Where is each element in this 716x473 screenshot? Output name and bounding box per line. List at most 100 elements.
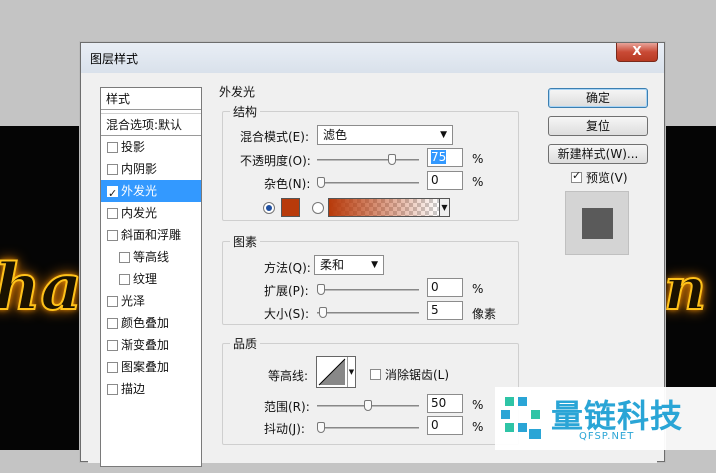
contour-label: 等高线:	[268, 369, 309, 383]
quality-legend: 品质	[233, 337, 258, 351]
style-item-label: 外发光	[121, 184, 158, 198]
style-list-item[interactable]: 斜面和浮雕	[101, 224, 201, 246]
glow-text-left: ha	[0, 249, 83, 326]
style-item-label: 等高线	[133, 250, 170, 264]
style-item-label: 描边	[121, 382, 146, 396]
style-list-item[interactable]: 等高线	[101, 246, 201, 268]
style-list-item[interactable]: 描边	[101, 378, 201, 400]
style-item-checkbox[interactable]	[107, 339, 118, 351]
jitter-label: 抖动(J):	[264, 422, 305, 436]
glow-color-swatch[interactable]	[281, 198, 300, 217]
antialias-checkbox[interactable]: 消除锯齿(L)	[370, 366, 449, 383]
style-list-item[interactable]: 光泽	[101, 290, 201, 312]
opacity-input[interactable]: 75	[427, 148, 463, 167]
styles-header[interactable]: 样式	[101, 88, 201, 110]
style-item-label: 渐变叠加	[121, 338, 170, 352]
style-items: 投影内阴影外发光内发光斜面和浮雕等高线纹理光泽颜色叠加渐变叠加图案叠加描边	[101, 136, 201, 400]
method-label: 方法(Q):	[264, 261, 311, 275]
chevron-down-icon: ▼	[371, 260, 378, 270]
style-item-checkbox[interactable]	[107, 229, 118, 241]
style-item-label: 颜色叠加	[121, 316, 170, 330]
chevron-down-icon[interactable]: ▼	[439, 199, 449, 216]
noise-label: 杂色(N):	[264, 177, 311, 191]
style-item-label: 光泽	[121, 294, 146, 308]
style-list-item[interactable]: 颜色叠加	[101, 312, 201, 334]
glow-text-right: n	[663, 254, 707, 324]
style-list-item[interactable]: 纹理	[101, 268, 201, 290]
style-preview	[565, 191, 629, 255]
spread-input[interactable]: 0	[427, 278, 463, 297]
chevron-down-icon[interactable]: ▼	[347, 357, 355, 387]
chevron-down-icon: ▼	[440, 130, 447, 140]
size-value: 5	[431, 303, 439, 317]
noise-unit: %	[472, 175, 484, 189]
style-item-checkbox[interactable]	[107, 183, 118, 205]
size-input[interactable]: 5	[427, 301, 463, 320]
solid-color-radio[interactable]	[263, 202, 275, 214]
spread-label: 扩展(P):	[264, 284, 309, 298]
range-slider[interactable]	[317, 400, 419, 411]
noise-slider[interactable]	[317, 177, 419, 188]
jitter-slider-thumb[interactable]	[317, 422, 325, 433]
size-unit: 像素	[472, 307, 497, 321]
style-item-checkbox[interactable]	[107, 361, 118, 373]
gradient-picker[interactable]: ▼	[328, 198, 450, 217]
dialog-title: 图层样式	[90, 52, 139, 66]
jitter-slider[interactable]	[317, 422, 419, 433]
new-style-button[interactable]: 新建样式(W)...	[548, 144, 648, 164]
style-item-checkbox[interactable]	[107, 383, 118, 395]
style-item-checkbox[interactable]	[119, 273, 130, 285]
spread-slider[interactable]	[317, 284, 419, 295]
section-title: 外发光	[219, 85, 256, 99]
noise-input[interactable]: 0	[427, 171, 463, 190]
size-label: 大小(S):	[264, 307, 310, 321]
jitter-input[interactable]: 0	[427, 416, 463, 435]
size-slider-thumb[interactable]	[318, 307, 327, 318]
blending-options-item[interactable]: 混合选项:默认	[101, 114, 201, 136]
gradient-radio[interactable]	[312, 202, 324, 214]
style-item-checkbox[interactable]	[107, 141, 118, 153]
jitter-value: 0	[431, 418, 439, 432]
spread-slider-thumb[interactable]	[317, 284, 325, 295]
style-item-checkbox[interactable]	[107, 207, 118, 219]
close-button[interactable]: X	[616, 43, 658, 62]
style-list-item[interactable]: 渐变叠加	[101, 334, 201, 356]
watermark-logo-icon	[501, 397, 541, 439]
style-item-checkbox[interactable]	[107, 163, 118, 175]
ok-button[interactable]: 确定	[548, 88, 648, 108]
opacity-slider-thumb[interactable]	[387, 154, 396, 165]
reset-button[interactable]: 复位	[548, 116, 648, 136]
antialias-check[interactable]	[370, 369, 381, 380]
style-item-label: 投影	[121, 140, 146, 154]
method-select[interactable]: 柔和 ▼	[314, 255, 384, 275]
opacity-slider[interactable]	[317, 154, 419, 165]
noise-slider-thumb[interactable]	[317, 177, 325, 188]
style-list-item[interactable]: 图案叠加	[101, 356, 201, 378]
blend-mode-value: 滤色	[323, 128, 348, 142]
range-value: 50	[431, 396, 447, 410]
style-item-checkbox[interactable]	[107, 295, 118, 307]
range-input[interactable]: 50	[427, 394, 463, 413]
style-list-item[interactable]: 内发光	[101, 202, 201, 224]
style-item-checkbox[interactable]	[119, 251, 130, 263]
watermark-subtext: QFSP.NET	[579, 431, 635, 442]
preview-checkbox[interactable]: 预览(V)	[571, 169, 628, 186]
preview-check[interactable]	[571, 169, 582, 183]
style-item-label: 内发光	[121, 206, 158, 220]
contour-picker[interactable]: ▼	[316, 356, 356, 388]
antialias-label: 消除锯齿(L)	[385, 368, 450, 382]
spread-unit: %	[472, 282, 484, 296]
watermark: 量链科技 QFSP.NET	[495, 387, 716, 450]
range-slider-thumb[interactable]	[364, 400, 372, 411]
size-slider[interactable]	[317, 307, 419, 318]
style-list-item[interactable]: 外发光	[101, 180, 201, 205]
contour-curve-icon	[318, 358, 346, 386]
title-bar[interactable]: 图层样式 X	[81, 43, 664, 73]
style-list-item[interactable]: 内阴影	[101, 158, 201, 180]
style-item-checkbox[interactable]	[107, 317, 118, 329]
elements-legend: 图素	[233, 235, 258, 249]
noise-value: 0	[431, 173, 439, 187]
blend-mode-select[interactable]: 滤色 ▼	[317, 125, 453, 145]
gradient-preview	[329, 199, 439, 216]
style-list-item[interactable]: 投影	[101, 136, 201, 158]
